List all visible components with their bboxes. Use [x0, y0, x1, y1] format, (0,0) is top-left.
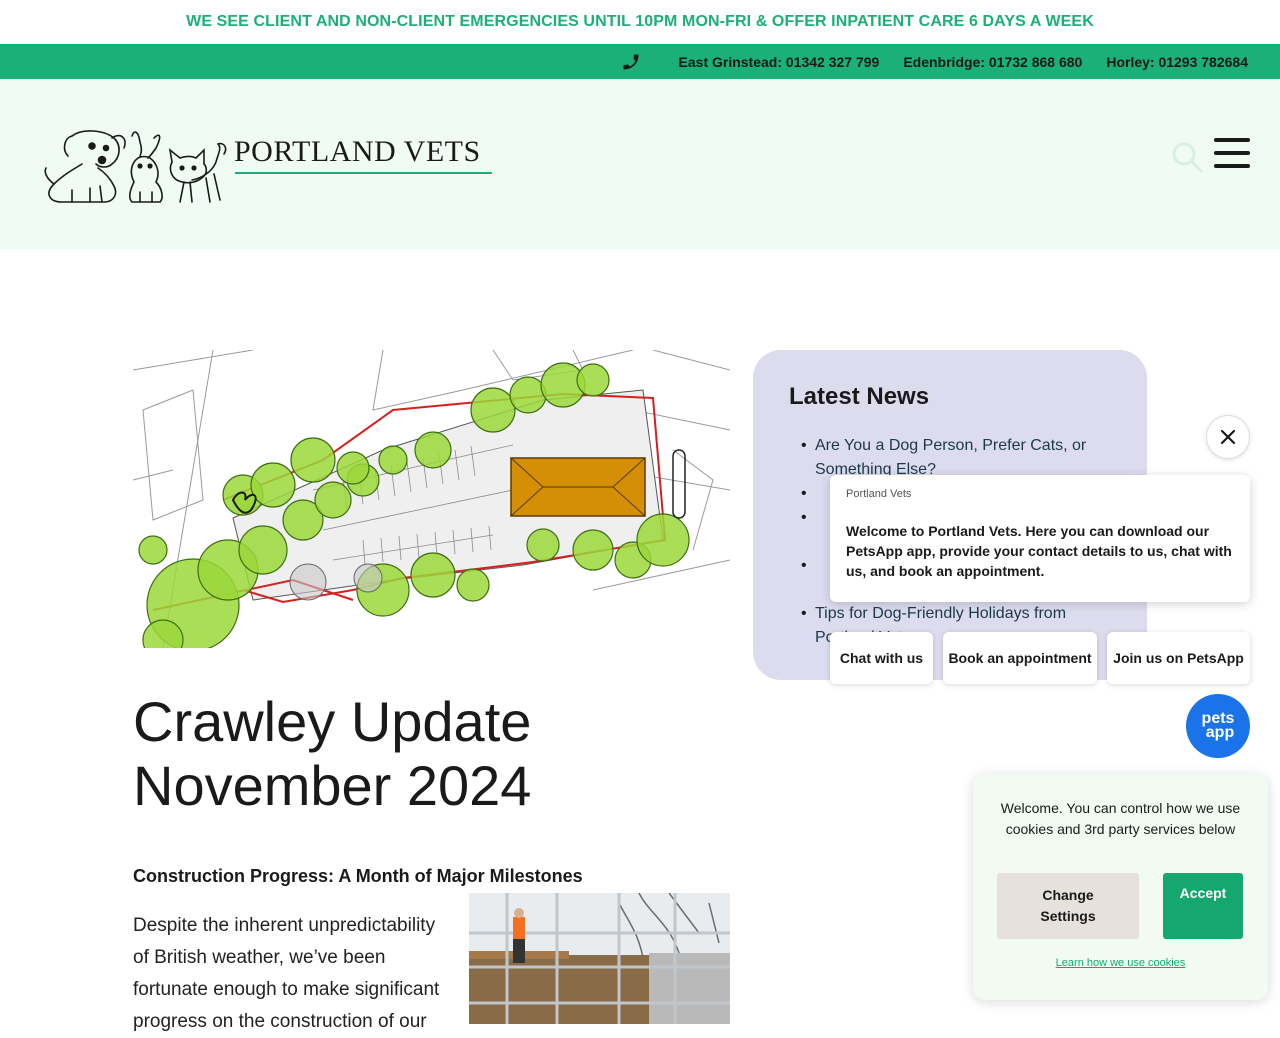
chat-close-button[interactable]	[1206, 415, 1250, 459]
accept-cookies-button[interactable]: Accept	[1163, 873, 1243, 939]
chat-message: Welcome to Portland Vets. Here you can d…	[846, 523, 1232, 579]
site-plan-image	[133, 350, 730, 648]
search-icon[interactable]	[1170, 140, 1204, 174]
cookie-message: Welcome. You can control how we use cook…	[1000, 800, 1241, 837]
latest-news-title: Latest News	[789, 383, 930, 410]
menu-bar	[1214, 164, 1250, 168]
chat-welcome-bubble: Portland Vets Welcome to Portland Vets. …	[830, 475, 1250, 602]
page-title-line2: November 2024	[133, 754, 532, 817]
chat-with-us-button[interactable]: Chat with us	[830, 632, 933, 684]
section-heading: Construction Progress: A Month of Major …	[133, 866, 583, 886]
book-appointment-button[interactable]: Book an appointment	[943, 632, 1097, 684]
join-petsapp-button[interactable]: Join us on PetsApp	[1107, 632, 1250, 684]
learn-cookies-link[interactable]: Learn how we use cookies	[973, 957, 1268, 969]
announcement-bar: WE SEE CLIENT AND NON-CLIENT EMERGENCIES…	[0, 0, 1280, 44]
phone-edenbridge[interactable]: Edenbridge: 01732 868 680	[903, 54, 1082, 70]
petsapp-logo-line2: app	[1205, 724, 1235, 741]
article-body: Despite the inherent unpredictability of…	[133, 915, 440, 1032]
chat-sender: Portland Vets	[846, 488, 912, 500]
menu-bar	[1214, 138, 1250, 142]
phone-horley[interactable]: Horley: 01293 782684	[1106, 54, 1248, 70]
brand-underline	[235, 172, 492, 174]
change-settings-label: Change Settings	[1040, 887, 1096, 924]
change-settings-button[interactable]: Change Settings	[997, 873, 1139, 939]
close-icon	[1220, 429, 1236, 445]
phone-bar: East Grinstead: 01342 327 799 Edenbridge…	[0, 44, 1280, 79]
phone-icon	[623, 54, 639, 69]
phone-east-grinstead[interactable]: East Grinstead: 01342 327 799	[679, 54, 880, 70]
page-title-line1: Crawley Update	[133, 690, 532, 753]
brand-name[interactable]: PORTLAND VETS	[234, 135, 481, 169]
menu-bar	[1214, 151, 1250, 155]
menu-icon[interactable]	[1214, 138, 1250, 172]
cookie-banner: Welcome. You can control how we use cook…	[973, 774, 1268, 1000]
petsapp-launcher-button[interactable]: pets app	[1186, 694, 1250, 758]
construction-photo	[469, 893, 730, 1024]
page-title: Crawley Update November 2024	[133, 690, 531, 818]
announcement-text: WE SEE CLIENT AND NON-CLIENT EMERGENCIES…	[186, 13, 1094, 30]
